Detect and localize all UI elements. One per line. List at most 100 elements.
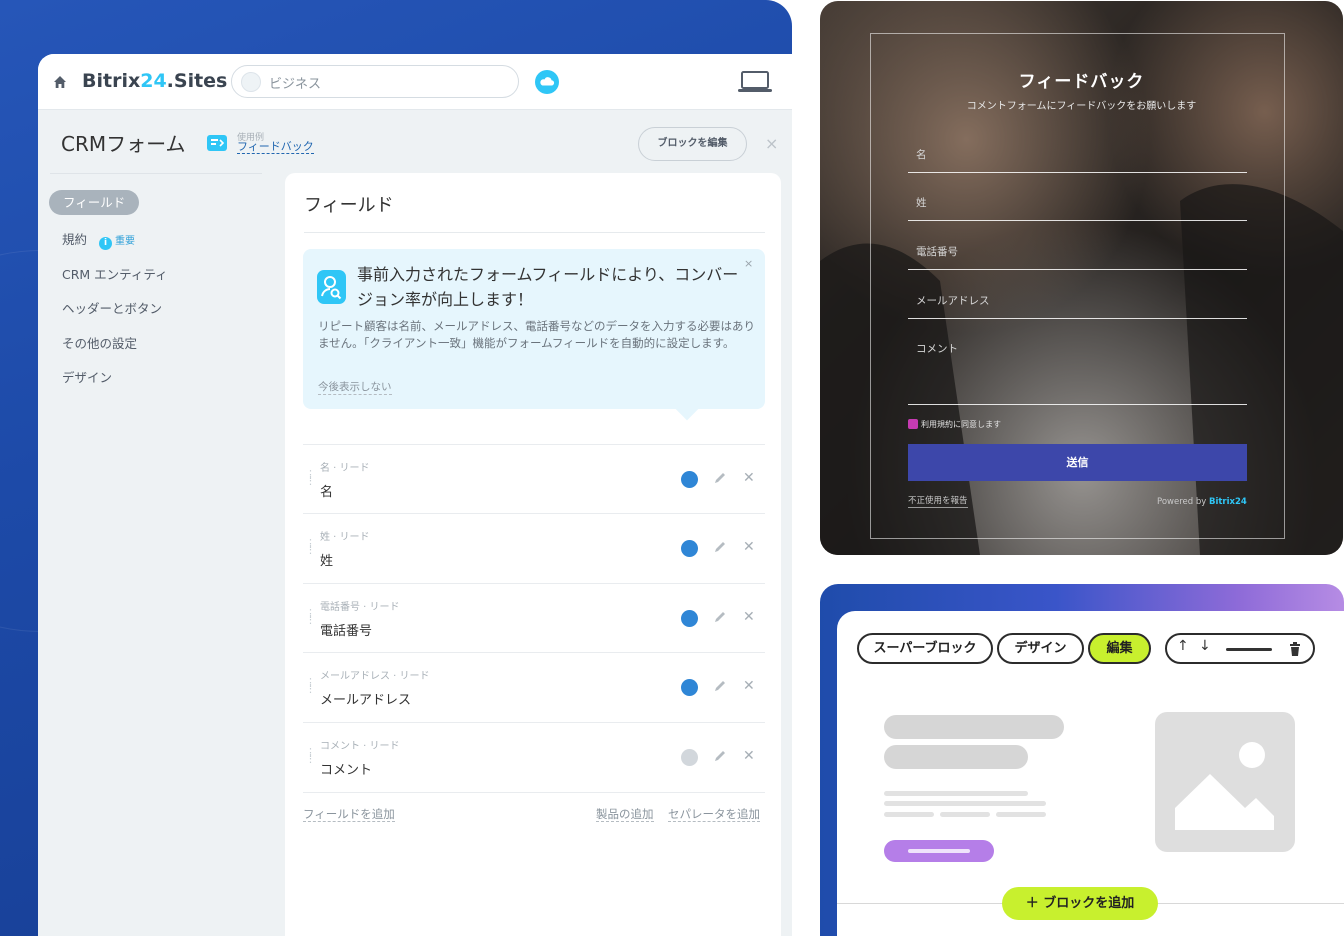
placeholder-text-line xyxy=(884,812,934,817)
sidebar-item-other-settings[interactable]: その他の設定 xyxy=(62,333,137,352)
placeholder-button xyxy=(884,840,994,862)
placeholder-text-line xyxy=(996,812,1046,817)
crm-mapping-icon[interactable] xyxy=(681,679,698,696)
edit-block-button[interactable]: ブロックを編集 xyxy=(638,127,747,161)
pencil-icon[interactable] xyxy=(713,749,727,763)
divider xyxy=(50,173,262,174)
powered-by: Powered by Bitrix24 xyxy=(1157,497,1247,507)
usage-example-icon xyxy=(207,135,227,151)
cloud-icon[interactable] xyxy=(535,70,559,94)
agree-label: 利用規約に同意します xyxy=(921,420,1001,429)
brand-logo: Bitrix24.Sites xyxy=(82,70,228,92)
phone-field[interactable]: 電話番号 xyxy=(908,238,1247,270)
page-title: CRMフォーム xyxy=(61,132,186,156)
field-row[interactable]: ⋮ ⋮ 電話番号 · リード 電話番号 ✕ xyxy=(303,583,765,652)
sidebar-item-header-buttons[interactable]: ヘッダーとボタン xyxy=(62,298,162,317)
placeholder-text-line xyxy=(884,791,1028,796)
move-up-icon[interactable]: ↑ xyxy=(1177,638,1189,654)
field-caption: 名 · リード xyxy=(320,463,370,474)
pencil-icon[interactable] xyxy=(713,540,727,554)
field-caption: 姓 · リード xyxy=(320,532,370,543)
delete-icon[interactable]: ✕ xyxy=(743,678,755,694)
add-field-link[interactable]: フィールドを追加 xyxy=(303,807,395,822)
sidebar-item-fields[interactable]: フィールド xyxy=(49,190,140,215)
site-selector[interactable]: ビジネス xyxy=(231,65,519,98)
delete-icon[interactable]: ✕ xyxy=(743,748,755,764)
add-block-button[interactable]: ＋ ブロックを追加 xyxy=(1002,887,1158,920)
form-subtitle: コメントフォームにフィードバックをお願いします xyxy=(966,101,1197,112)
crm-mapping-icon[interactable] xyxy=(681,610,698,627)
edit-button[interactable]: 編集 xyxy=(1088,633,1151,664)
field-name: メールアドレス xyxy=(320,693,412,708)
drag-handle-icon[interactable]: ⋮ ⋮ xyxy=(305,538,316,555)
crm-mapping-icon[interactable] xyxy=(681,471,698,488)
placeholder-title-line xyxy=(884,715,1064,739)
image-placeholder-icon xyxy=(1155,712,1295,852)
placeholder-title-line xyxy=(884,745,1028,769)
delete-icon[interactable]: ✕ xyxy=(743,609,755,625)
sidebar-item-terms[interactable]: 規約 i 重要 xyxy=(62,229,135,250)
pencil-icon[interactable] xyxy=(713,679,727,693)
close-icon[interactable]: × xyxy=(765,134,778,153)
site-favicon-icon xyxy=(241,72,261,92)
desktop-preview-icon[interactable] xyxy=(738,70,772,94)
report-abuse-link[interactable]: 不正使用を報告 xyxy=(908,496,968,508)
field-row[interactable]: ⋮ ⋮ メールアドレス · リード メールアドレス ✕ xyxy=(303,652,765,721)
form-title: フィードバック xyxy=(1018,72,1145,92)
crm-mapping-icon[interactable] xyxy=(681,749,698,766)
sidebar-item-label: 規約 xyxy=(62,232,88,247)
field-caption: コメント · リード xyxy=(320,741,400,752)
field-name: 名 xyxy=(320,485,334,500)
fields-panel: フィールド × 事前入力されたフォームフィールドにより、コンバージョン率が向上し… xyxy=(285,173,781,936)
drag-handle-icon[interactable]: ⋮ ⋮ xyxy=(305,747,316,764)
user-search-icon xyxy=(317,270,346,304)
fields-title: フィールド xyxy=(304,195,394,216)
important-badge: 重要 xyxy=(115,236,136,247)
home-icon[interactable] xyxy=(52,74,68,90)
design-button[interactable]: デザイン xyxy=(997,633,1084,664)
field-caption: 電話番号 · リード xyxy=(320,602,400,613)
add-product-link[interactable]: 製品の追加 xyxy=(596,807,654,822)
agree-checkbox[interactable] xyxy=(908,419,918,429)
placeholder-text-line xyxy=(884,801,1046,806)
field-name: 姓 xyxy=(320,554,334,569)
field-row[interactable]: ⋮ ⋮ 姓 · リード 姓 ✕ xyxy=(303,513,765,582)
sidebar-item-design[interactable]: デザイン xyxy=(62,367,112,386)
last-name-field[interactable]: 姓 xyxy=(908,189,1247,221)
submit-button[interactable]: 送信 xyxy=(908,444,1247,481)
tip-banner: × 事前入力されたフォームフィールドにより、コンバージョン率が向上します！ リピ… xyxy=(303,249,765,409)
crm-mapping-icon[interactable] xyxy=(681,540,698,557)
trash-icon[interactable] xyxy=(1289,642,1301,656)
site-selector-value: ビジネス xyxy=(269,77,322,92)
comment-field[interactable]: コメント xyxy=(908,335,1247,405)
field-caption: メールアドレス · リード xyxy=(320,671,430,682)
pencil-icon[interactable] xyxy=(713,610,727,624)
tip-body: リピート顧客は名前、メールアドレス、電話番号などのデータを入力する必要はありませ… xyxy=(318,319,755,350)
more-actions-icon[interactable] xyxy=(1226,648,1272,651)
usage-example-link[interactable]: フィードバック xyxy=(237,140,314,154)
editor-window: Bitrix24.Sites ビジネス CRMフォーム 使用例 フィードバック … xyxy=(38,54,792,936)
dont-show-again-link[interactable]: 今後表示しない xyxy=(318,381,392,395)
delete-icon[interactable]: ✕ xyxy=(743,539,755,555)
block-actions-group: ↑ ↓ xyxy=(1165,633,1315,664)
add-actions-row: フィールドを追加 製品の追加 セパレータを追加 xyxy=(303,792,765,822)
drag-handle-icon[interactable]: ⋮ ⋮ xyxy=(305,469,316,486)
field-row[interactable]: ⋮ ⋮ コメント · リード コメント ✕ xyxy=(303,722,765,791)
drag-handle-icon[interactable]: ⋮ ⋮ xyxy=(305,677,316,694)
move-down-icon[interactable]: ↓ xyxy=(1199,638,1211,654)
add-separator-link[interactable]: セパレータを追加 xyxy=(668,807,760,822)
sidebar-item-crm-entity[interactable]: CRM エンティティ xyxy=(62,264,168,283)
field-name: コメント xyxy=(320,763,373,778)
pencil-icon[interactable] xyxy=(713,471,727,485)
drag-handle-icon[interactable]: ⋮ ⋮ xyxy=(305,608,316,625)
field-name: 電話番号 xyxy=(320,624,373,639)
top-bar: Bitrix24.Sites ビジネス xyxy=(38,54,792,110)
field-row[interactable]: ⋮ ⋮ 名 · リード 名 ✕ xyxy=(303,444,765,513)
placeholder-text-line xyxy=(940,812,990,817)
feedback-form-preview: フィードバック コメントフォームにフィードバックをお願いします 名 姓 電話番号… xyxy=(820,1,1343,555)
first-name-field[interactable]: 名 xyxy=(908,141,1247,173)
email-field[interactable]: メールアドレス xyxy=(908,287,1247,319)
delete-icon[interactable]: ✕ xyxy=(743,470,755,486)
info-icon: i xyxy=(99,237,113,250)
super-block-button[interactable]: スーパーブロック xyxy=(857,633,993,664)
